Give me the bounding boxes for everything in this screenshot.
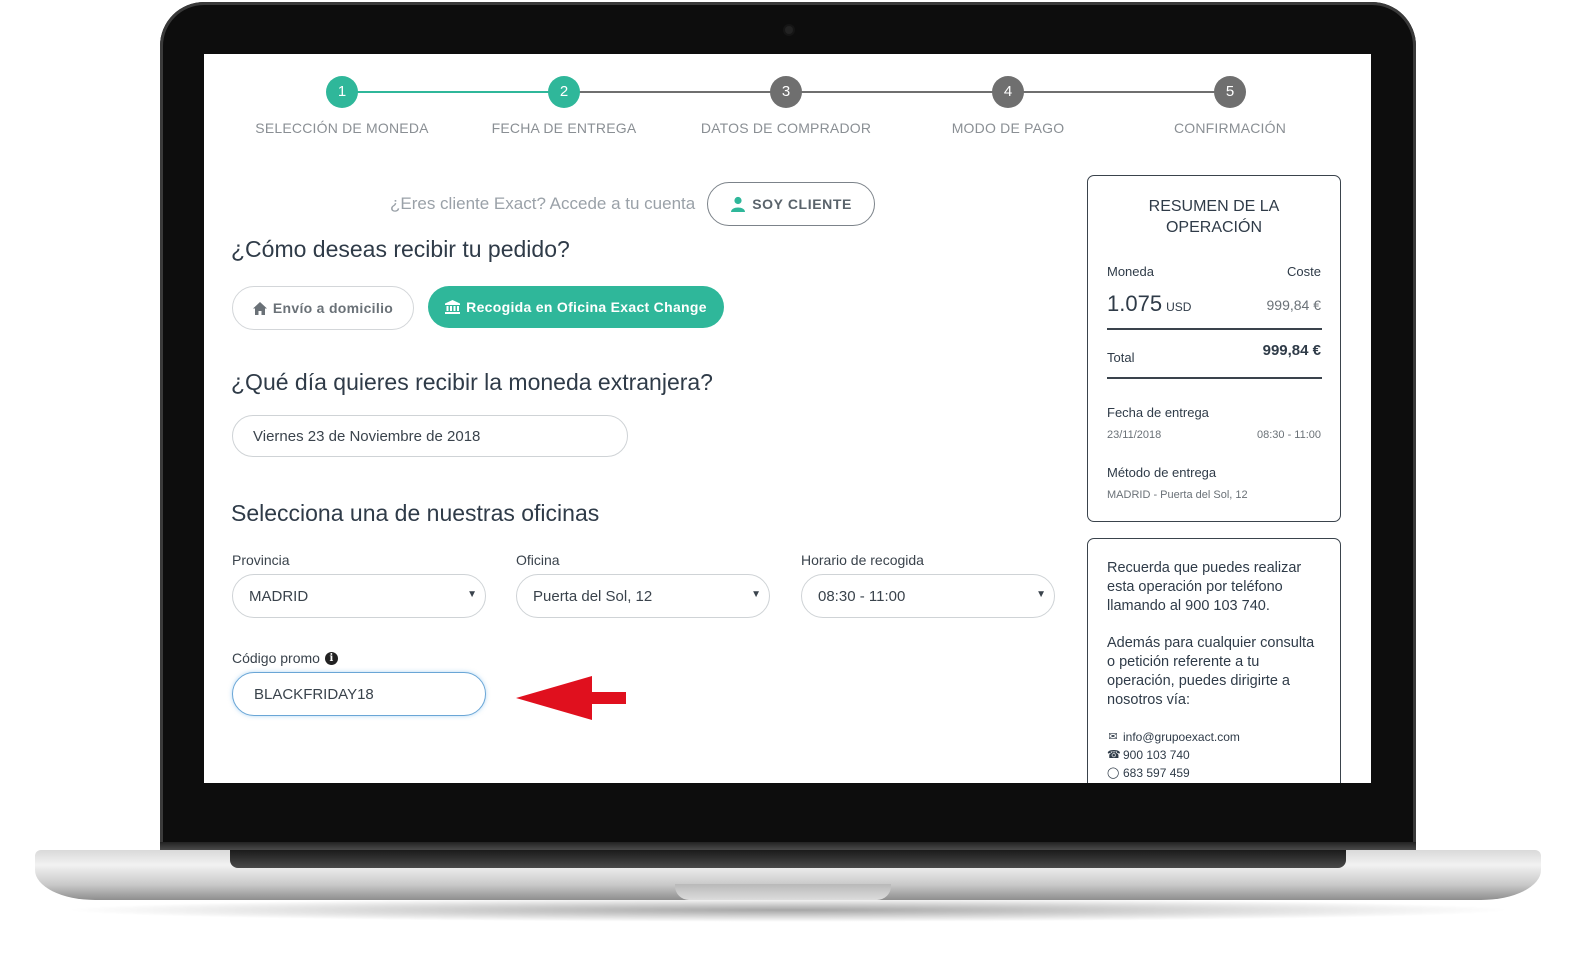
amount-currency: USD	[1166, 300, 1192, 314]
date-value: Viernes 23 de Noviembre de 2018	[253, 427, 481, 445]
cost-column-header: Coste	[1287, 264, 1321, 279]
amount-row: 1.075 USD	[1107, 291, 1191, 317]
amount-value: 1.075	[1107, 291, 1163, 316]
cost-value: 999,84 €	[1266, 297, 1322, 313]
step-label: CONFIRMACIÓN	[1173, 120, 1287, 136]
step-4[interactable]: 4 MODO DE PAGO	[918, 76, 1098, 136]
home-delivery-label: Envío a domicilio	[272, 300, 394, 316]
office-value: Puerta del Sol, 12	[533, 587, 653, 605]
screen: 1 SELECCIÓN DE MONEDA 2 FECHA DE ENTREGA…	[204, 54, 1371, 783]
delivery-heading: ¿Cómo deseas recibir tu pedido?	[231, 236, 570, 262]
bank-icon	[445, 300, 461, 314]
date-heading: ¿Qué día quieres recibir la moneda extra…	[231, 369, 713, 395]
schedule-value: 08:30 - 11:00	[818, 587, 906, 605]
phone-reminder-text: Recuerda que puedes realizar esta operac…	[1107, 560, 1302, 614]
step-1[interactable]: 1 SELECCIÓN DE MONEDA	[252, 76, 432, 136]
chevron-down-icon: ▼	[751, 589, 761, 600]
summary-title-line: OPERACIÓN	[1165, 219, 1262, 236]
step-label: SELECCIÓN DE MONEDA	[255, 120, 429, 136]
schedule-label: Horario de recogida	[801, 552, 924, 568]
user-icon	[731, 196, 746, 212]
promo-code-input[interactable]: BLACKFRIDAY18	[232, 672, 486, 716]
province-label: Provincia	[232, 552, 290, 568]
laptop-notch	[675, 884, 891, 900]
soy-cliente-label: SOY CLIENTE	[752, 196, 852, 212]
step-number: 3	[770, 76, 802, 108]
total-value: 999,84 €	[1262, 342, 1321, 359]
camera-icon	[785, 26, 793, 34]
step-5[interactable]: 5 CONFIRMACIÓN	[1140, 76, 1320, 136]
total-label: Total	[1107, 350, 1135, 365]
chevron-down-icon: ▼	[1036, 589, 1046, 600]
envelope-icon: ✉	[1108, 731, 1118, 743]
step-connector	[564, 91, 1230, 93]
client-question: ¿Eres cliente Exact? Accede a tu cuenta	[390, 194, 696, 213]
summary-title-line: RESUMEN DE LA	[1148, 198, 1280, 215]
step-number: 4	[992, 76, 1024, 108]
promo-label-row: Código promo i	[232, 650, 338, 666]
step-number: 2	[548, 76, 580, 108]
currency-column-header: Moneda	[1107, 264, 1154, 279]
delivery-method-value: MADRID - Puerta del Sol, 12	[1107, 489, 1248, 501]
province-value: MADRID	[249, 587, 309, 605]
delivery-date-label: Fecha de entrega	[1107, 405, 1209, 420]
delivery-time-value: 08:30 - 11:00	[1256, 429, 1321, 441]
email-text: info@grupoexact.com	[1123, 730, 1240, 744]
whatsapp-icon: ◯	[1107, 767, 1120, 779]
contact-intro-text: Además para cualquier consulta o petició…	[1107, 635, 1315, 708]
office-label: Oficina	[516, 552, 560, 568]
step-number: 1	[326, 76, 358, 108]
chevron-down-icon: ▼	[467, 589, 477, 600]
home-icon	[252, 301, 267, 315]
soy-cliente-button[interactable]: SOY CLIENTE	[707, 182, 875, 226]
home-delivery-button[interactable]: Envío a domicilio	[232, 286, 414, 330]
summary-divider	[1107, 377, 1322, 379]
whatsapp-text: 683 597 459	[1123, 766, 1190, 780]
step-2[interactable]: 2 FECHA DE ENTREGA	[474, 76, 654, 136]
promo-label: Código promo	[232, 650, 320, 666]
email-contact[interactable]: ✉ info@grupoexact.com	[1107, 728, 1322, 746]
contact-info-panel: Recuerda que puedes realizar esta operac…	[1087, 538, 1341, 783]
summary-panel: RESUMEN DE LA OPERACIÓN Moneda Coste 1.0…	[1087, 175, 1341, 522]
schedule-select[interactable]: 08:30 - 11:00 ▼	[801, 574, 1055, 618]
phone-icon: ☎	[1107, 749, 1121, 761]
phone-text: 900 103 740	[1123, 748, 1190, 762]
progress-stepper: 1 SELECCIÓN DE MONEDA 2 FECHA DE ENTREGA…	[204, 76, 1371, 146]
promo-code-value: BLACKFRIDAY18	[254, 685, 374, 703]
step-label: DATOS DE COMPRADOR	[700, 120, 872, 136]
info-icon[interactable]: i	[324, 651, 338, 665]
province-select[interactable]: MADRID ▼	[232, 574, 486, 618]
delivery-method-label: Método de entrega	[1107, 465, 1217, 480]
step-label: FECHA DE ENTREGA	[491, 120, 637, 136]
step-number: 5	[1214, 76, 1246, 108]
office-pickup-label: Recogida en Oficina Exact Change	[466, 299, 707, 315]
office-select[interactable]: Puerta del Sol, 12 ▼	[516, 574, 770, 618]
offices-heading: Selecciona una de nuestras oficinas	[231, 500, 600, 526]
summary-title: RESUMEN DE LA OPERACIÓN	[1088, 196, 1340, 238]
step-label: MODO DE PAGO	[951, 120, 1065, 136]
client-login-row: ¿Eres cliente Exact? Accede a tu cuenta …	[390, 182, 875, 226]
date-field[interactable]: Viernes 23 de Noviembre de 2018	[232, 415, 628, 457]
delivery-date-value: 23/11/2018	[1107, 429, 1162, 441]
summary-divider	[1107, 328, 1322, 330]
office-pickup-button[interactable]: Recogida en Oficina Exact Change	[428, 286, 724, 328]
whatsapp-contact[interactable]: ◯ 683 597 459	[1107, 764, 1322, 782]
phone-contact[interactable]: ☎ 900 103 740	[1107, 746, 1322, 764]
red-arrow-annotation	[516, 676, 626, 720]
laptop-shadow	[60, 898, 1516, 922]
laptop-base-lip	[230, 850, 1346, 868]
step-3[interactable]: 3 DATOS DE COMPRADOR	[696, 76, 876, 136]
